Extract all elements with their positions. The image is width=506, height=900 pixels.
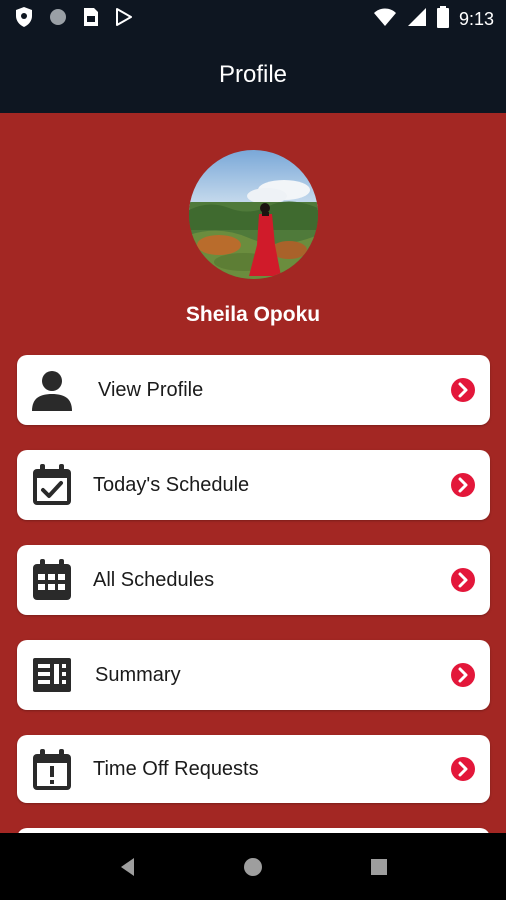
page-title: Profile (218, 60, 288, 88)
calendar-alert-icon (30, 748, 74, 792)
chevron-right-icon (450, 377, 476, 403)
user-icon (30, 368, 74, 412)
shield-icon (14, 6, 34, 33)
user-name: Sheila Opoku (185, 303, 321, 326)
menu-label: View Profile (98, 379, 204, 401)
cell-signal-icon (407, 7, 427, 32)
all-schedules-button[interactable]: All Schedules (17, 545, 490, 615)
circle-icon (48, 7, 68, 32)
menu-label: Summary (95, 664, 181, 686)
todays-schedule-button[interactable]: Today's Schedule (17, 450, 490, 520)
sim-card-icon (82, 6, 100, 33)
profile-content: Sheila Opoku View Profile Today's Schedu… (0, 113, 506, 833)
back-icon[interactable] (116, 855, 140, 879)
battery-icon (436, 6, 449, 33)
chevron-right-icon (450, 662, 476, 688)
recents-icon[interactable] (367, 855, 391, 879)
time-off-requests-button[interactable]: Time Off Requests (17, 735, 490, 803)
play-store-icon (114, 7, 134, 32)
calendar-grid-icon (30, 558, 74, 602)
status-bar: 9:13 (0, 0, 506, 36)
home-icon[interactable] (241, 855, 265, 879)
summary-icon (30, 653, 74, 697)
menu-label: Time Off Requests (93, 758, 259, 780)
system-nav-bar (0, 833, 506, 900)
chevron-right-icon (450, 567, 476, 593)
avatar[interactable] (189, 150, 318, 279)
menu-label: All Schedules (93, 569, 215, 591)
status-time: 9:13 (458, 9, 494, 29)
menu-label: Today's Schedule (93, 474, 250, 496)
view-profile-button[interactable]: View Profile (17, 355, 490, 425)
wifi-icon (373, 7, 397, 32)
chevron-right-icon (450, 756, 476, 782)
summary-button[interactable]: Summary (17, 640, 490, 710)
app-bar: Profile (0, 36, 506, 113)
chevron-right-icon (450, 472, 476, 498)
calendar-check-icon (30, 463, 74, 507)
